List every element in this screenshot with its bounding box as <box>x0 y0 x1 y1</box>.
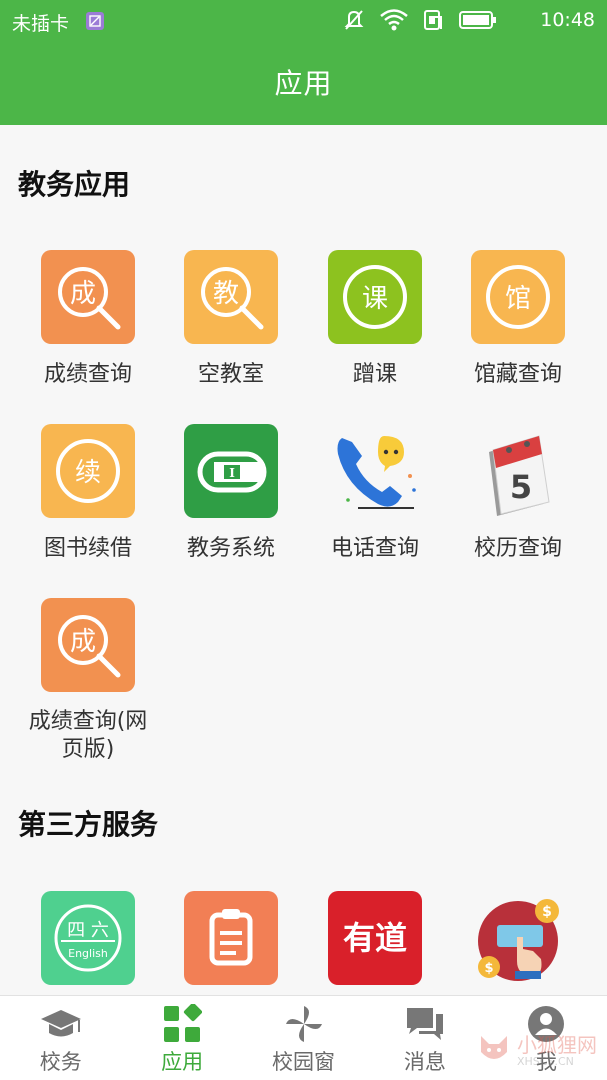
cet-icon: 四 六 English <box>41 891 135 985</box>
svg-text:有道: 有道 <box>343 919 407 957</box>
status-bar: 未插卡 10:48 <box>0 0 607 44</box>
battery-icon <box>459 9 497 35</box>
finance-icon: $ $ <box>471 891 565 985</box>
svg-text:成: 成 <box>70 279 96 309</box>
course-icon: 课 <box>328 250 422 344</box>
app-label: 蹭课 <box>352 362 397 387</box>
app-youdao[interactable]: 有道 <box>315 891 435 985</box>
classroom-search-icon: 教 <box>184 250 278 344</box>
app-grade-query[interactable]: 成 成绩查询 <box>28 250 148 388</box>
svg-text:成: 成 <box>70 627 96 657</box>
svg-text:课: 课 <box>362 284 388 314</box>
chat-icon <box>364 1004 485 1044</box>
watermark: 小狐狸网 XHSCS.CN <box>477 1032 597 1070</box>
tab-messages[interactable]: 消息 <box>364 996 485 1080</box>
tab-campus-affairs[interactable]: 校务 <box>0 996 121 1080</box>
svg-text:四 六: 四 六 <box>67 920 109 941</box>
tab-label: 消息 <box>403 1050 446 1074</box>
academic-system-icon: I <box>184 424 278 518</box>
app-empty-classroom[interactable]: 教 空教室 <box>171 250 291 388</box>
apps-grid-icon <box>121 1004 242 1044</box>
svg-text:续: 续 <box>75 458 101 488</box>
tab-label: 应用 <box>161 1050 204 1074</box>
data-sync-icon <box>423 8 445 36</box>
app-academic-system[interactable]: I 教务系统 <box>171 424 291 562</box>
section-title-third-party: 第三方服务 <box>18 808 159 841</box>
calendar-icon: 5 <box>471 424 565 518</box>
tab-label: 校务 <box>39 1050 82 1074</box>
clock: 10:48 <box>540 9 595 31</box>
app-finance[interactable]: $ $ <box>458 891 578 985</box>
app-label: 成绩查询(网页版) <box>28 709 148 762</box>
app-label: 空教室 <box>197 362 264 387</box>
pinwheel-icon <box>243 1004 364 1044</box>
carrier-text: 未插卡 <box>12 13 70 35</box>
tab-campus-window[interactable]: 校园窗 <box>243 996 364 1080</box>
app-audit-course[interactable]: 课 蹭课 <box>315 250 435 388</box>
svg-text:5: 5 <box>510 468 532 506</box>
app-clipboard[interactable] <box>171 891 291 985</box>
app-school-calendar[interactable]: 5 校历查询 <box>458 424 578 562</box>
app-label: 校历查询 <box>473 536 562 561</box>
svg-text:English: English <box>68 947 108 960</box>
svg-text:馆: 馆 <box>505 284 531 314</box>
wifi-icon <box>379 8 409 36</box>
app-label: 图书续借 <box>43 536 132 561</box>
fox-logo-icon <box>477 1032 511 1070</box>
watermark-text: 小狐狸网 <box>517 1033 597 1057</box>
app-grade-query-web[interactable]: 成 成绩查询(网页版) <box>28 598 148 764</box>
svg-text:$: $ <box>542 904 552 920</box>
clipboard-icon <box>184 891 278 985</box>
app-label: 馆藏查询 <box>473 362 562 387</box>
app-book-renew[interactable]: 续 图书续借 <box>28 424 148 562</box>
page-title: 应用 <box>274 67 333 100</box>
tab-apps[interactable]: 应用 <box>121 996 242 1080</box>
svg-text:教: 教 <box>213 279 239 309</box>
library-icon: 馆 <box>471 250 565 344</box>
watermark-subtext: XHSCS.CN <box>517 1055 574 1068</box>
app-label: 教务系统 <box>186 536 275 561</box>
apps-content[interactable]: 教务应用 成 成绩查询 教 空教室 课 蹭课 馆 馆藏查询 续 图书续借 I 教… <box>0 125 607 995</box>
graduation-cap-icon <box>0 1004 121 1044</box>
svg-text:I: I <box>229 466 235 480</box>
app-label: 电话查询 <box>330 536 419 561</box>
grade-search-web-icon: 成 <box>41 598 135 692</box>
app-label: 成绩查询 <box>43 362 132 387</box>
mute-icon <box>343 8 365 36</box>
app-header: 未插卡 10:48 应用 <box>0 0 607 125</box>
grade-search-icon: 成 <box>41 250 135 344</box>
phone-icon <box>328 424 422 518</box>
book-renew-icon: 续 <box>41 424 135 518</box>
app-cet[interactable]: 四 六 English <box>28 891 148 985</box>
section-title-academic: 教务应用 <box>18 168 131 201</box>
app-library-query[interactable]: 馆 馆藏查询 <box>458 250 578 388</box>
youdao-icon: 有道 <box>328 891 422 985</box>
app-phone-query[interactable]: 电话查询 <box>315 424 435 562</box>
svg-text:$: $ <box>484 961 493 976</box>
tab-label: 校园窗 <box>272 1050 336 1074</box>
sim-icon <box>86 12 104 30</box>
